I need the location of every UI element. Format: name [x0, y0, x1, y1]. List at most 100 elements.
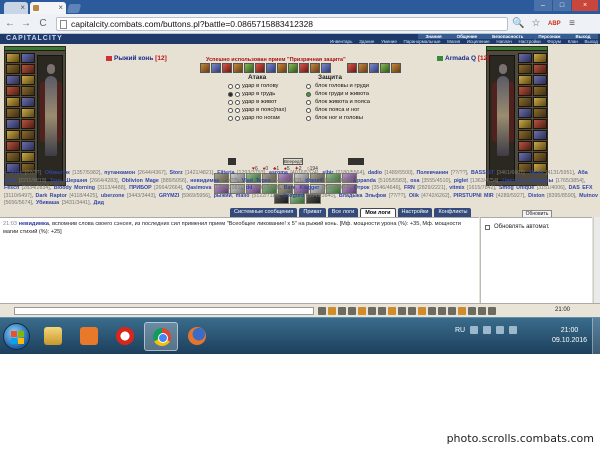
- menu-item[interactable]: Выход: [584, 39, 597, 44]
- participant-name[interactable]: BASS-ST: [471, 170, 494, 176]
- show-desktop-button[interactable]: [592, 318, 600, 355]
- equip-slot[interactable]: [533, 108, 547, 118]
- defense-option-3[interactable]: блок живота и пояса: [306, 99, 370, 105]
- chat-tool-icon[interactable]: [428, 307, 436, 315]
- tab-settings[interactable]: Настройки: [397, 208, 433, 217]
- effect-icon[interactable]: [211, 63, 221, 73]
- equip-slot[interactable]: [518, 108, 532, 118]
- tab-all-logs[interactable]: Все логи: [327, 208, 359, 217]
- equip-slot[interactable]: [6, 75, 20, 85]
- tray-arrow-icon[interactable]: [470, 326, 479, 334]
- participant[interactable]: BASS-ST [3461/6667],: [471, 170, 529, 176]
- participant-name[interactable]: FRN: [404, 185, 415, 191]
- equip-slot[interactable]: [6, 86, 20, 96]
- new-tab-button[interactable]: [66, 4, 82, 13]
- menu-item[interactable]: Магия: [447, 39, 460, 44]
- chat-tool-icon[interactable]: [468, 307, 476, 315]
- participant[interactable]: dadio [1489/5500],: [368, 170, 417, 176]
- equip-slot[interactable]: [21, 119, 35, 129]
- participant-name[interactable]: ppanda: [357, 178, 376, 184]
- effect-icon[interactable]: [321, 63, 331, 73]
- participant-name[interactable]: malio: [236, 193, 250, 199]
- participant-name[interactable]: Bloody Morning: [54, 185, 95, 191]
- equip-slot[interactable]: [518, 97, 532, 107]
- chat-tool-icon[interactable]: [418, 307, 426, 315]
- equip-slot[interactable]: [533, 97, 547, 107]
- equip-slot[interactable]: [533, 141, 547, 151]
- flag-icon[interactable]: [483, 326, 492, 334]
- participant[interactable]: uberzone [3443/3443],: [101, 193, 159, 199]
- menu-icon[interactable]: ≡: [566, 18, 578, 30]
- participant[interactable]: Отрок [3546/4646],: [354, 185, 404, 191]
- participant[interactable]: Дид: [94, 200, 104, 206]
- effect-icon[interactable]: [222, 63, 232, 73]
- participant-name[interactable]: sibir: [322, 170, 333, 176]
- participant[interactable]: Qasimova [1469/3981],: [186, 185, 246, 191]
- taskbar-opera[interactable]: [108, 322, 142, 351]
- language-indicator[interactable]: RU: [455, 327, 465, 334]
- back-button[interactable]: ←: [4, 18, 16, 30]
- equip-slot[interactable]: [533, 53, 547, 63]
- menu-item[interactable]: Здание: [359, 39, 374, 44]
- tab-close-icon[interactable]: ×: [20, 3, 25, 12]
- defense-option-4[interactable]: блок пояса и ног: [306, 107, 360, 113]
- menu-item[interactable]: Настройки: [519, 39, 541, 44]
- equip-slot[interactable]: [21, 141, 35, 151]
- effect-icon[interactable]: [299, 63, 309, 73]
- equip-slot[interactable]: [6, 97, 20, 107]
- equip-slot[interactable]: [518, 141, 532, 151]
- effect-icon[interactable]: [277, 63, 287, 73]
- tab-conflicts[interactable]: Конфликты: [434, 208, 472, 217]
- equip-slot[interactable]: [518, 152, 532, 162]
- weapon-icon[interactable]: [228, 158, 236, 165]
- menu-item[interactable]: Инвентарь: [330, 39, 352, 44]
- participant[interactable]: Цветочек Ланданы [1765/3854],: [502, 178, 585, 184]
- volume-icon[interactable]: [509, 326, 518, 334]
- equip-slot[interactable]: [533, 130, 547, 140]
- participant[interactable]: s_fenix [??/??],: [4, 170, 45, 176]
- participant[interactable]: sibir [2180/5564],: [322, 170, 368, 176]
- participant[interactable]: Yazav [4131/5951],: [529, 170, 578, 176]
- participant[interactable]: Обмылок [1357/5982],: [45, 170, 104, 176]
- chat-tool-icon[interactable]: [408, 307, 416, 315]
- participant[interactable]: Klegger [2984/2984],: [300, 185, 354, 191]
- effect-icon[interactable]: [347, 63, 357, 73]
- start-button[interactable]: [3, 323, 30, 350]
- participant[interactable]: Dark Raptor [4118/4425],: [36, 193, 101, 199]
- participant[interactable]: Убиваша [3431/3441],: [36, 200, 94, 206]
- effect-icon[interactable]: [200, 63, 210, 73]
- participant[interactable]: Bare,: [284, 185, 300, 191]
- browser-tab-1[interactable]: ×: [4, 2, 28, 14]
- participant-name[interactable]: piglet: [454, 178, 468, 184]
- vertical-scrollbar[interactable]: [593, 217, 600, 303]
- participant-name[interactable]: PIRSTUPNI MIR: [453, 193, 493, 199]
- left-character-name[interactable]: Рыжий конь [12]: [106, 55, 167, 62]
- participant[interactable]: PIRSTUPNI MIR [4289/5927],: [453, 193, 528, 199]
- chat-tool-icon[interactable]: [478, 307, 486, 315]
- equip-slot[interactable]: [533, 86, 547, 96]
- effect-icon[interactable]: [266, 63, 276, 73]
- tab-close-icon[interactable]: ×: [58, 3, 63, 12]
- reload-button[interactable]: C: [37, 18, 49, 30]
- menu-item[interactable]: Форум: [547, 39, 561, 44]
- equip-slot[interactable]: [21, 53, 35, 63]
- equip-slot[interactable]: [21, 75, 35, 85]
- participant-name[interactable]: Обмылок: [45, 170, 70, 176]
- browser-tab-2[interactable]: ×: [30, 2, 66, 14]
- effect-icon[interactable]: [391, 63, 401, 73]
- participant-name[interactable]: Diston: [528, 193, 544, 199]
- participant-name[interactable]: рыжий: [214, 193, 232, 199]
- equip-slot[interactable]: [533, 119, 547, 129]
- participant[interactable]: ПРИБОР [2664/2664],: [129, 185, 186, 191]
- effect-icon[interactable]: [310, 63, 320, 73]
- participant-name[interactable]: s_fenix: [4, 170, 22, 176]
- chat-tool-icon[interactable]: [348, 307, 356, 315]
- checkbox-icon[interactable]: [485, 224, 490, 230]
- participant-name[interactable]: vitmix: [449, 185, 464, 191]
- participant-name[interactable]: Отрок: [354, 185, 370, 191]
- forward-button[interactable]: →: [20, 18, 32, 30]
- participant-name[interactable]: DAS EFX: [569, 185, 593, 191]
- equip-slot[interactable]: [518, 53, 532, 63]
- chat-tool-icon[interactable]: [318, 307, 326, 315]
- weapon-icon[interactable]: [348, 158, 364, 165]
